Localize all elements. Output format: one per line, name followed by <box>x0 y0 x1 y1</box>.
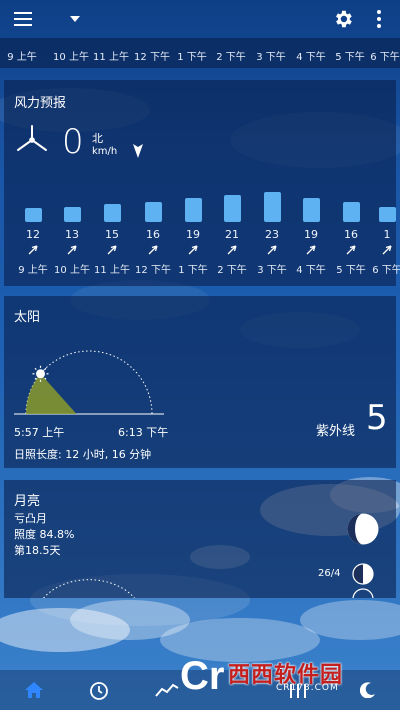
moon-phase-icon <box>347 513 379 545</box>
wind-speed-label: 15 <box>105 228 119 241</box>
wind-hour-label: 9 上午 <box>18 265 48 276</box>
clock-icon[interactable] <box>89 681 109 701</box>
wind-speed-label: 19 <box>186 228 200 241</box>
uv-index-value: 5 <box>366 398 388 438</box>
hour-label: 11 上午 <box>93 52 129 63</box>
wind-arrow-icon <box>148 245 158 255</box>
hour-label: 10 上午 <box>53 52 89 63</box>
wind-hour-label: 5 下午 <box>336 265 366 276</box>
wind-bar <box>378 206 396 222</box>
wind-direction-arrow-icon <box>133 144 143 158</box>
wind-hour-label: 4 下午 <box>296 265 326 276</box>
moon-card[interactable]: 月亮 亏凸月 照度 84.8% 第18.5天 26/4 <box>4 480 396 598</box>
wind-hour-label: 3 下午 <box>257 265 287 276</box>
wind-arrow-icon <box>382 245 392 255</box>
hour-label: 5 下午 <box>335 52 365 63</box>
wind-bar <box>342 202 360 222</box>
settings-gear-icon[interactable] <box>332 8 354 30</box>
wind-speed-label: 1 <box>383 228 391 241</box>
wind-arrow-icon <box>306 245 316 255</box>
wind-hour-label: 12 下午 <box>135 265 171 276</box>
card-title: 太阳 <box>14 310 41 325</box>
more-options-icon[interactable] <box>376 10 382 28</box>
wind-arrow-icon <box>188 245 198 255</box>
wind-speed-label: 19 <box>304 228 318 241</box>
wind-speed-label: 21 <box>225 228 239 241</box>
location-dropdown-icon[interactable] <box>70 16 80 22</box>
home-icon[interactable] <box>24 681 44 699</box>
wind-bar <box>302 197 320 222</box>
wind-bar <box>63 206 81 222</box>
wind-hour-label: 11 上午 <box>94 265 130 276</box>
wind-speed-label: 13 <box>65 228 79 241</box>
menu-icon[interactable] <box>14 12 32 26</box>
moon-arc-diagram <box>43 579 135 598</box>
sunset-time: 6:13 下午 <box>118 426 169 439</box>
wind-arrow-icon <box>28 245 38 255</box>
wind-arrow-icon <box>107 245 117 255</box>
watermark-url: CR173.COM <box>276 683 339 693</box>
wind-speed-label: 16 <box>146 228 160 241</box>
hour-label: 3 下午 <box>256 52 286 63</box>
moon-illumination: 照度 84.8% <box>14 528 75 541</box>
hourly-time-strip[interactable]: 9 上午 10 上午 11 上午 12 下午 1 下午 2 下午 3 下午 4 … <box>0 38 400 68</box>
next-moon-phase-icon <box>352 563 374 585</box>
wind-arrow-icon <box>267 245 277 255</box>
hour-label: 1 下午 <box>177 52 207 63</box>
wind-bar <box>144 202 162 222</box>
wind-speed-value: 0 <box>62 122 84 162</box>
svg-text:Cr: Cr <box>180 655 224 697</box>
wind-bar <box>184 197 202 222</box>
hour-label: 4 下午 <box>296 52 326 63</box>
wind-forecast-card[interactable]: 风力预报 0 北 km/h 12 9 上午 13 10 上午 15 11 上午 16 12 下… <box>4 80 400 286</box>
wind-bar <box>223 194 241 222</box>
hour-label: 9 上午 <box>7 52 37 63</box>
hour-label: 12 下午 <box>134 52 170 63</box>
hour-label: 2 下午 <box>216 52 246 63</box>
uv-label: 紫外线 <box>316 424 356 439</box>
card-title: 风力预报 <box>14 96 67 111</box>
chart-trend-icon[interactable] <box>155 682 179 698</box>
card-title: 月亮 <box>14 494 41 509</box>
sun-card[interactable]: 太阳 5:57 上午 6:13 下午 日照长度: 12 小时, 16 分钟 紫外… <box>4 296 396 468</box>
daylight-length: 日照长度: 12 小时, 16 分钟 <box>14 448 152 461</box>
moon-phase-icon-partial <box>352 588 374 598</box>
sunrise-time: 5:57 上午 <box>14 426 65 439</box>
moon-phase-name: 亏凸月 <box>14 512 47 525</box>
wind-unit-text: km/h <box>92 146 118 157</box>
wind-turbine-icon <box>17 125 47 151</box>
wind-hour-label: 6 下午 <box>372 265 400 276</box>
wind-arrow-icon <box>346 245 356 255</box>
wind-bar <box>103 203 121 222</box>
wind-hour-label: 2 下午 <box>217 265 247 276</box>
wind-bar <box>263 192 281 222</box>
watermark-logo: Cr 西西软件园 CR173.COM <box>178 654 376 698</box>
wind-hour-label: 1 下午 <box>178 265 208 276</box>
wind-speed-label: 23 <box>265 228 279 241</box>
sun-arc-diagram <box>14 350 164 415</box>
next-phase-date: 26/4 <box>318 568 341 579</box>
wind-arrow-icon <box>67 245 77 255</box>
moon-age: 第18.5天 <box>14 544 61 557</box>
wind-bar <box>24 208 42 222</box>
top-app-bar <box>0 0 400 38</box>
daylight-elapsed-wedge <box>26 373 77 414</box>
wind-speed-label: 12 <box>26 228 40 241</box>
wind-arrow-icon <box>227 245 237 255</box>
hour-label: 6 下午 <box>370 52 400 63</box>
wind-hour-label: 10 上午 <box>54 265 90 276</box>
wind-speed-label: 16 <box>344 228 358 241</box>
wind-direction-text: 北 <box>92 132 103 145</box>
